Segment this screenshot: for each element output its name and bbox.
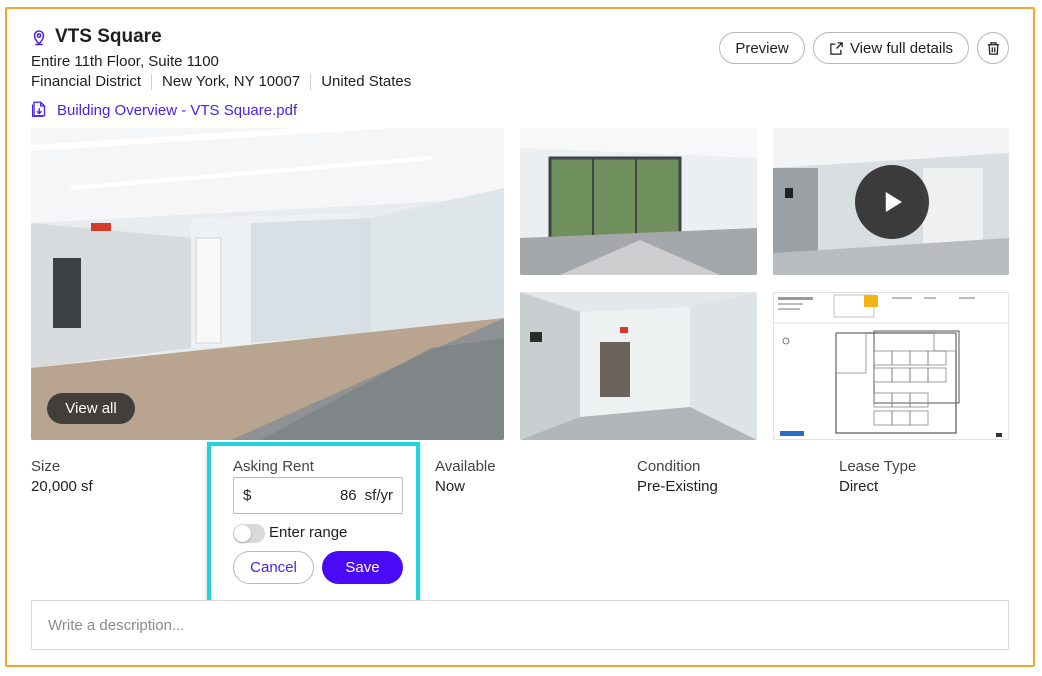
lease-type-value: Direct [839, 478, 879, 495]
condition-value: Pre-Existing [637, 478, 718, 495]
enter-range-toggle[interactable] [233, 524, 265, 543]
preview-button[interactable]: Preview [719, 32, 805, 64]
available-label: Available [435, 458, 496, 475]
enter-range-label: Enter range [269, 524, 348, 541]
lease-type-label: Lease Type [839, 458, 917, 475]
listing-subtitle: Entire 11th Floor, Suite 1100 [31, 53, 219, 70]
address-divider [310, 73, 312, 90]
view-full-details-button[interactable]: View full details [813, 32, 969, 64]
address-city: New York, NY 10007 [162, 73, 301, 90]
hallway-photo[interactable] [520, 292, 757, 440]
location-pin-icon [33, 30, 45, 46]
play-video-button[interactable] [855, 165, 929, 239]
cancel-button[interactable]: Cancel [233, 551, 314, 584]
rent-unit: sf/yr [364, 487, 393, 504]
size-label: Size [31, 458, 61, 475]
attachment-link[interactable]: Building Overview - VTS Square.pdf [57, 102, 297, 119]
currency-symbol: $ [243, 487, 252, 504]
listing-address: Financial District New York, NY 10007 Un… [31, 73, 411, 90]
description-input[interactable] [31, 600, 1009, 650]
rent-amount: 86 [339, 487, 357, 504]
toggle-knob [234, 525, 251, 542]
external-link-icon [830, 41, 843, 55]
address-divider [151, 73, 153, 90]
pdf-download-icon [31, 101, 46, 118]
asking-rent-input[interactable]: $ 86 sf/yr [233, 477, 403, 514]
view-full-details-label: View full details [849, 39, 954, 57]
address-neighborhood: Financial District [31, 73, 142, 90]
trash-icon [987, 41, 999, 55]
condition-label: Condition [637, 458, 701, 475]
listing-title: VTS Square [55, 26, 162, 47]
available-value: Now [435, 478, 466, 495]
save-button[interactable]: Save [322, 551, 403, 584]
asking-rent-label: Asking Rent [233, 458, 314, 475]
window-photo[interactable] [520, 128, 757, 275]
address-country: United States [321, 73, 412, 90]
view-all-button[interactable]: View all [47, 393, 135, 424]
floor-plan-thumbnail[interactable] [773, 292, 1009, 440]
delete-button[interactable] [977, 32, 1009, 64]
size-value: 20,000 sf [31, 478, 93, 495]
play-icon [885, 192, 902, 212]
